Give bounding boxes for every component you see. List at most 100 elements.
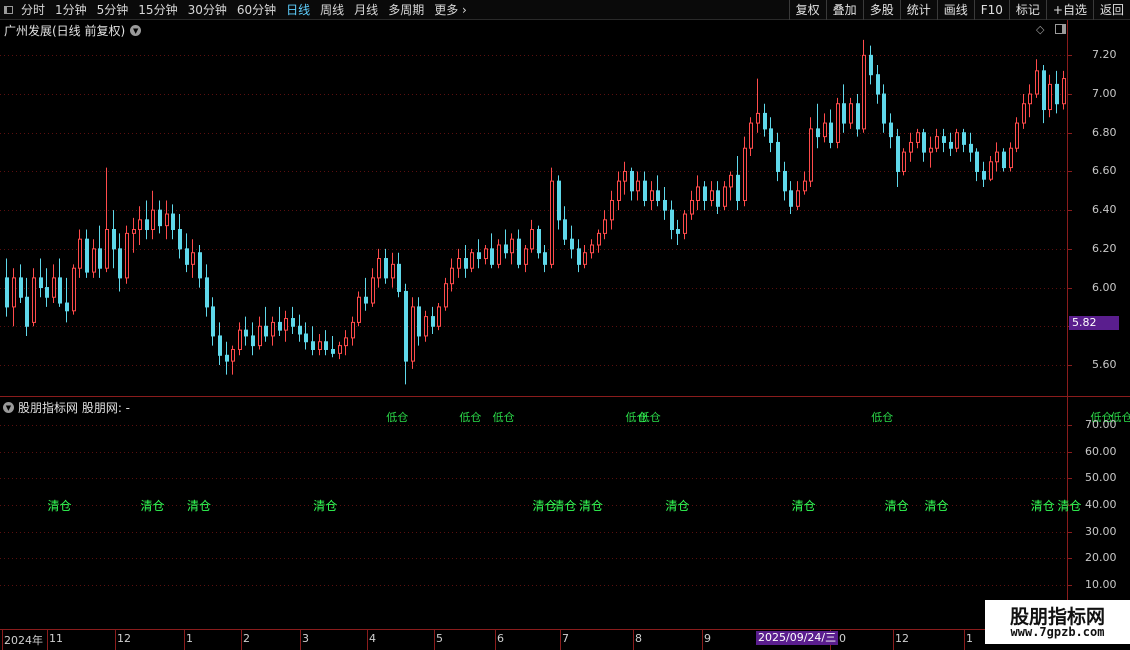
main-panel-header: 广州发展(日线 前复权) ▼: [4, 22, 145, 39]
candle-body: [656, 190, 660, 201]
candle-body: [869, 54, 873, 76]
candle-body: [105, 229, 109, 269]
candle-body: [676, 229, 680, 234]
candle-body: [1028, 93, 1032, 105]
signal-label-qingcang: 清仓: [1031, 499, 1055, 513]
candle-body: [32, 277, 36, 323]
candle-body: [78, 238, 82, 269]
candle-body: [1055, 83, 1059, 105]
price-tick-label: 7.00: [1092, 86, 1117, 100]
panel-toggle-icon[interactable]: [1055, 24, 1066, 34]
candle-body: [118, 248, 122, 279]
candle-body: [517, 238, 521, 265]
signal-label-qingcang: 清仓: [924, 499, 948, 513]
candle-body: [597, 232, 601, 246]
candle-body: [477, 252, 481, 260]
signal-label-top: 低仓: [493, 410, 515, 424]
date-tick-label: 1: [966, 632, 973, 645]
candle-body: [776, 141, 780, 172]
candle-body: [849, 103, 853, 124]
candle-body: [238, 329, 242, 350]
candle-body: [158, 209, 162, 227]
candle-body: [19, 277, 23, 298]
candle-body: [896, 136, 900, 172]
signal-label-top: 低仓: [386, 410, 408, 424]
kline-chart[interactable]: 清仓 清仓 清仓 清仓 清仓清仓 清仓 清仓 清仓 清仓 清仓 清仓 清仓低仓 低仓 低仓 低仓低仓 低仓 低仓…: [0, 0, 1130, 650]
indicator-tick-label: 40.00: [1085, 497, 1117, 511]
candle-body: [98, 248, 102, 269]
candle-body: [823, 122, 827, 138]
candle-body: [1042, 70, 1046, 111]
candle-body: [138, 219, 142, 231]
indicator-tick-label: 50.00: [1085, 470, 1117, 484]
candle-body: [743, 147, 747, 201]
date-tick-label: 2024年: [4, 634, 43, 647]
candle-body: [52, 277, 56, 298]
candle-body: [1048, 83, 1052, 111]
candle-body: [497, 244, 501, 265]
candle-body: [763, 112, 767, 130]
date-tick-label: 12: [117, 632, 131, 645]
candle-body: [729, 174, 733, 188]
chevron-down-icon[interactable]: ▼: [3, 402, 14, 413]
candle-body: [371, 277, 375, 304]
candle-body: [504, 244, 508, 254]
candle-body: [450, 267, 454, 285]
price-tick-label: 5.60: [1092, 357, 1117, 371]
candle-body: [543, 252, 547, 265]
candle-body: [311, 341, 315, 350]
date-tick-label: 8: [635, 632, 642, 645]
candle-body: [12, 277, 16, 308]
diamond-icon[interactable]: ◇: [1036, 23, 1044, 36]
signal-label-qingcang: 清仓: [552, 499, 576, 513]
candle-body: [45, 287, 49, 298]
candle-body: [1015, 122, 1019, 149]
candle-body: [225, 354, 229, 362]
candle-body: [803, 180, 807, 192]
candle-body: [789, 190, 793, 207]
candle-body: [92, 248, 96, 273]
candle-body: [550, 180, 554, 265]
indicator-panel-header: ▼ 股朋指标网 股朋网: -: [3, 399, 130, 416]
chevron-down-icon[interactable]: ▼: [130, 25, 142, 36]
candle-body: [431, 316, 435, 327]
candle-body: [935, 136, 939, 149]
candle-body: [377, 258, 381, 279]
candle-body: [530, 229, 534, 250]
candle-body: [411, 306, 415, 362]
candle-body: [643, 180, 647, 201]
candle-body: [1002, 151, 1006, 169]
candle-body: [211, 306, 215, 337]
candle-body: [683, 213, 687, 234]
candle-body: [570, 238, 574, 250]
candle-body: [949, 141, 953, 149]
date-tick-label: 12: [895, 632, 909, 645]
candle-body: [909, 141, 913, 153]
candle-body: [916, 132, 920, 143]
candle-body: [969, 143, 973, 153]
candle-body: [749, 122, 753, 149]
signal-label-qingcang: 清仓: [187, 499, 211, 513]
candle-body: [397, 263, 401, 292]
indicator-tick-label: 70.00: [1085, 417, 1117, 431]
candle-body: [490, 248, 494, 265]
candle-body: [112, 229, 116, 250]
candle-body: [690, 199, 694, 215]
candle-body: [205, 277, 209, 308]
date-tick-label: 1: [186, 632, 193, 645]
candle-body: [364, 296, 368, 304]
candle-body: [231, 348, 235, 362]
signal-label-top: 低仓: [871, 410, 893, 424]
signal-label-qingcang: 清仓: [665, 499, 689, 513]
watermark-url: www.7gpzb.com: [1010, 625, 1105, 639]
candle-body: [670, 209, 674, 231]
candle-body: [58, 277, 62, 304]
candle-body: [344, 337, 348, 347]
indicator-tick-label: 20.00: [1085, 550, 1117, 564]
candle-body: [889, 122, 893, 138]
candle-body: [995, 151, 999, 163]
signal-label-top: 低仓: [459, 410, 481, 424]
candle-body: [85, 238, 89, 273]
date-tick-label: 9: [704, 632, 711, 645]
candle-body: [962, 132, 966, 145]
